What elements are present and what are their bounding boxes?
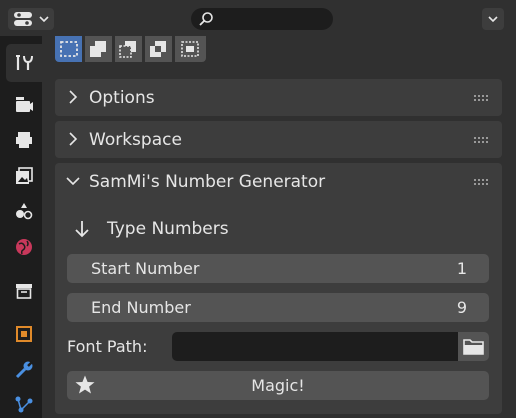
chevron-down-icon (66, 176, 80, 186)
chevron-right-icon (68, 90, 78, 104)
select-intersect-button[interactable] (175, 36, 206, 62)
select-new-icon (59, 39, 79, 59)
end-number-value: 9 (456, 298, 467, 317)
folder-icon (462, 336, 485, 357)
select-subtract-icon (118, 39, 138, 59)
end-number-field[interactable]: End Number 9 (67, 293, 489, 322)
select-subtract-button[interactable] (115, 36, 142, 62)
select-intersect-icon (180, 39, 200, 59)
select-difference-button[interactable] (145, 36, 172, 62)
chevron-down-icon (39, 15, 49, 23)
properties-editor-icon (13, 11, 33, 27)
end-number-label: End Number (91, 298, 191, 317)
chevron-down-icon (488, 15, 498, 23)
collection-icon[interactable] (13, 280, 35, 302)
render-icon[interactable] (13, 94, 35, 116)
tool-icon[interactable] (13, 52, 35, 74)
select-extend-icon (88, 39, 108, 59)
type-numbers-label: Type Numbers (107, 219, 229, 239)
search-icon (198, 11, 214, 27)
scene-icon[interactable] (13, 200, 35, 222)
start-number-label: Start Number (91, 259, 200, 278)
arrow-down-icon (74, 219, 90, 239)
drag-handle-icon[interactable] (473, 136, 489, 144)
world-icon[interactable] (13, 236, 35, 258)
editor-menu-button[interactable] (482, 8, 504, 30)
select-extend-button[interactable] (85, 36, 112, 62)
particles-icon[interactable] (13, 394, 35, 416)
select-new-button[interactable] (55, 36, 82, 62)
output-icon[interactable] (13, 129, 35, 151)
font-path-input[interactable] (172, 332, 458, 361)
number-generator-panel-header[interactable]: SamMi's Number Generator (55, 163, 502, 200)
view-layer-icon[interactable] (13, 165, 35, 187)
start-number-value: 1 (456, 259, 467, 278)
select-difference-icon (148, 39, 168, 59)
font-path-label: Font Path: (67, 337, 148, 356)
magic-button[interactable]: Magic! (67, 371, 489, 400)
workspace-panel-header[interactable]: Workspace (55, 121, 502, 158)
magic-button-label: Magic! (251, 376, 305, 395)
browse-folder-button[interactable] (458, 332, 489, 361)
options-panel-header[interactable]: Options (55, 79, 502, 116)
object-icon[interactable] (13, 323, 35, 345)
number-generator-panel-title: SamMi's Number Generator (89, 172, 326, 192)
drag-handle-icon[interactable] (473, 94, 489, 102)
editor-type-button[interactable] (8, 8, 54, 30)
search-input[interactable] (191, 8, 333, 30)
workspace-panel-title: Workspace (89, 130, 182, 150)
options-panel-title: Options (89, 88, 155, 108)
drag-handle-icon[interactable] (473, 178, 489, 186)
modifier-icon[interactable] (13, 359, 35, 381)
start-number-field[interactable]: Start Number 1 (67, 254, 489, 283)
chevron-right-icon (68, 132, 78, 146)
